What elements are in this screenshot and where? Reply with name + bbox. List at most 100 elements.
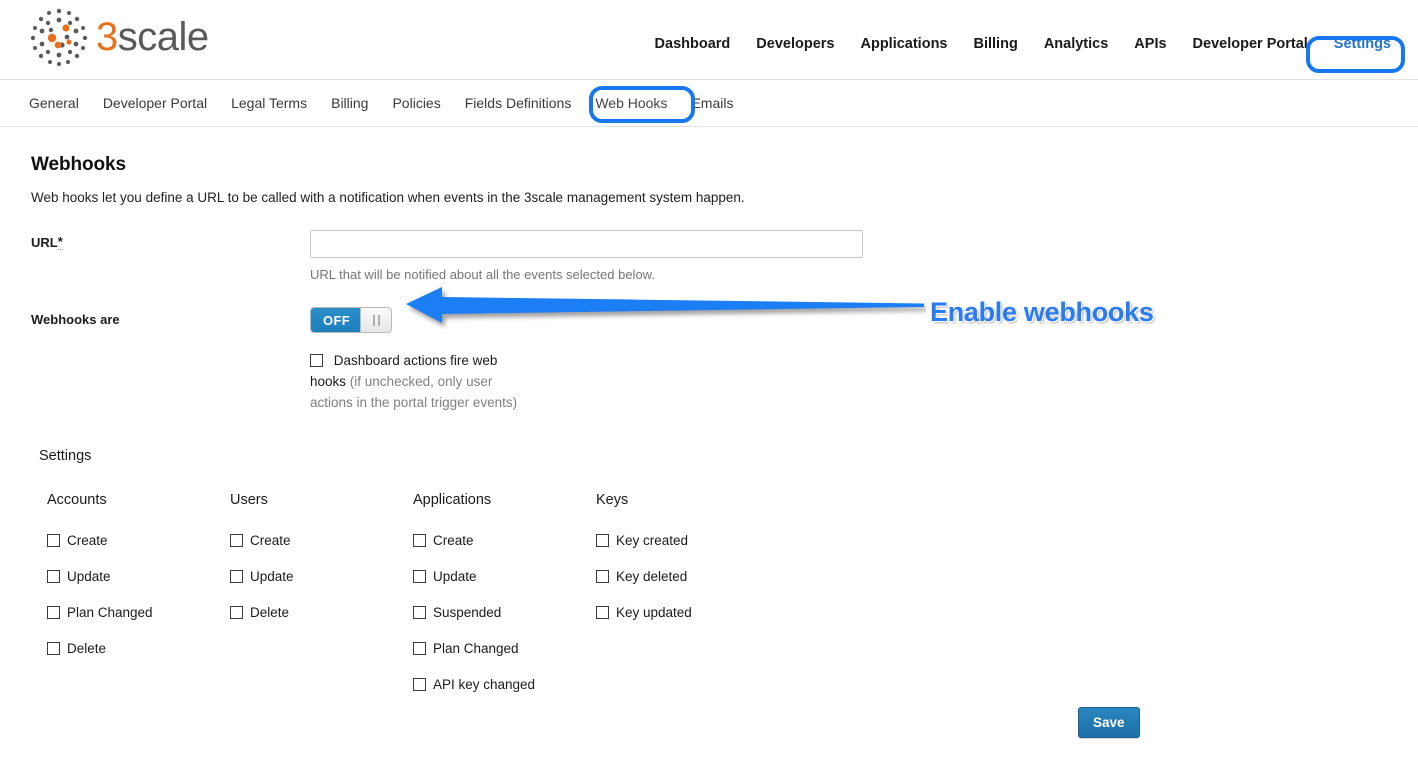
page-title: Webhooks	[31, 154, 126, 175]
checkbox-label: Key updated	[616, 605, 692, 620]
checkbox-applications-create[interactable]: Create	[413, 533, 474, 548]
event-list: Key created Key deleted Key updated	[596, 533, 779, 620]
checkbox-users-create[interactable]: Create	[230, 533, 291, 548]
subnav-billing[interactable]: Billing	[319, 94, 380, 112]
main-nav-billing[interactable]: Billing	[961, 34, 1031, 54]
checkbox-label: Key deleted	[616, 569, 688, 584]
settings-subnav-bar: General Developer Portal Legal Terms Bil…	[0, 79, 1418, 127]
list-item: Delete	[230, 605, 413, 620]
subnav-emails[interactable]: Emails	[679, 94, 745, 112]
main-navigation: Dashboard Developers Applications Billin…	[642, 34, 1404, 54]
main-nav-analytics[interactable]: Analytics	[1031, 34, 1121, 54]
checkbox-accounts-create[interactable]: Create	[47, 533, 108, 548]
main-content: Webhooks Web hooks let you define a URL …	[0, 128, 1418, 713]
subnav-legal-terms[interactable]: Legal Terms	[219, 94, 319, 112]
checkbox-label: Plan Changed	[433, 641, 519, 656]
checkbox-input[interactable]	[413, 570, 426, 583]
main-nav-developers[interactable]: Developers	[743, 34, 847, 54]
list-item: Update	[230, 569, 413, 584]
main-nav-applications[interactable]: Applications	[847, 34, 960, 54]
event-list: Create Update Plan Changed Delete	[47, 533, 230, 656]
checkbox-input[interactable]	[47, 534, 60, 547]
checkbox-keys-key-updated[interactable]: Key updated	[596, 605, 692, 620]
subnav-fields-definitions[interactable]: Fields Definitions	[453, 94, 584, 112]
checkbox-input[interactable]	[596, 606, 609, 619]
event-group-applications: Applications Create Update Suspended Pla…	[413, 492, 596, 713]
webhooks-enable-toggle[interactable]: OFF	[310, 307, 392, 333]
checkbox-label: Delete	[250, 605, 290, 620]
list-item: Create	[413, 533, 596, 548]
checkbox-accounts-delete[interactable]: Delete	[47, 641, 106, 656]
checkbox-input[interactable]	[230, 534, 243, 547]
event-group-title: Users	[230, 492, 268, 508]
dashboard-actions-checkbox[interactable]	[310, 354, 323, 367]
main-nav-dashboard[interactable]: Dashboard	[642, 34, 744, 54]
toggle-state-label: OFF	[311, 308, 362, 332]
checkbox-input[interactable]	[413, 606, 426, 619]
checkbox-input[interactable]	[47, 570, 60, 583]
url-field-group: URL that will be notified about all the …	[310, 230, 1418, 282]
url-label-text: URL	[31, 235, 58, 250]
list-item: API key changed	[413, 677, 596, 692]
checkbox-input[interactable]	[47, 642, 60, 655]
checkbox-input[interactable]	[413, 678, 426, 691]
page-root: 3scale Dashboard Developers Applications…	[0, 0, 1418, 771]
checkbox-applications-plan-changed[interactable]: Plan Changed	[413, 641, 519, 656]
main-nav-developer-portal[interactable]: Developer Portal	[1180, 34, 1321, 54]
main-nav-apis[interactable]: APIs	[1121, 34, 1179, 54]
checkbox-label: Create	[433, 533, 474, 548]
checkbox-label: Plan Changed	[67, 605, 153, 620]
checkbox-input[interactable]	[47, 606, 60, 619]
event-group-users: Users Create Update Delete	[230, 492, 413, 713]
checkbox-input[interactable]	[596, 534, 609, 547]
page-header: 3scale Dashboard Developers Applications…	[0, 0, 1418, 78]
checkbox-keys-key-created[interactable]: Key created	[596, 533, 688, 548]
toggle-grip-line-2	[377, 314, 380, 326]
checkbox-applications-update[interactable]: Update	[413, 569, 477, 584]
brand-wordmark-3: 3	[96, 15, 118, 59]
page-description: Web hooks let you define a URL to be cal…	[31, 190, 745, 205]
checkbox-users-update[interactable]: Update	[230, 569, 294, 584]
required-marker: *	[57, 234, 63, 250]
list-item: Delete	[47, 641, 230, 656]
checkbox-input[interactable]	[596, 570, 609, 583]
subnav-general[interactable]: General	[29, 94, 91, 112]
toggle-grip-line-1	[372, 314, 375, 326]
url-input[interactable]	[310, 230, 863, 258]
webhooks-toggle-row: Webhooks are OFF	[0, 307, 1418, 333]
checkbox-input[interactable]	[230, 606, 243, 619]
checkbox-users-delete[interactable]: Delete	[230, 605, 289, 620]
checkbox-applications-suspended[interactable]: Suspended	[413, 605, 501, 620]
event-list: Create Update Suspended Plan Changed API…	[413, 533, 596, 692]
checkbox-input[interactable]	[413, 534, 426, 547]
settings-section-heading: Settings	[39, 448, 92, 464]
checkbox-accounts-plan-changed[interactable]: Plan Changed	[47, 605, 153, 620]
main-nav-settings[interactable]: Settings	[1321, 34, 1404, 54]
checkbox-input[interactable]	[230, 570, 243, 583]
list-item: Create	[230, 533, 413, 548]
subnav-developer-portal[interactable]: Developer Portal	[91, 94, 219, 112]
checkbox-label: Delete	[67, 641, 107, 656]
checkbox-applications-api-key-changed[interactable]: API key changed	[413, 677, 535, 692]
checkbox-keys-key-deleted[interactable]: Key deleted	[596, 569, 687, 584]
brand-logo[interactable]: 3scale	[28, 6, 209, 68]
toggle-handle[interactable]	[360, 308, 391, 332]
checkbox-label: API key changed	[433, 677, 536, 692]
settings-subnav: General Developer Portal Legal Terms Bil…	[0, 80, 1418, 126]
subnav-policies[interactable]: Policies	[380, 94, 452, 112]
list-item: Suspended	[413, 605, 596, 620]
list-item: Key deleted	[596, 569, 779, 584]
save-button-wrap: Save	[1078, 707, 1140, 738]
subnav-web-hooks[interactable]: Web Hooks	[583, 94, 679, 112]
brand-wordmark-scale: scale	[117, 15, 209, 59]
webhooks-toggle-label: Webhooks are	[31, 312, 120, 327]
dashboard-actions-row: Dashboard actions fire web hooks (if unc…	[0, 350, 530, 413]
list-item: Key updated	[596, 605, 779, 620]
url-hint: URL that will be notified about all the …	[310, 267, 655, 282]
list-item: Key created	[596, 533, 779, 548]
checkbox-label: Update	[250, 569, 294, 584]
checkbox-input[interactable]	[413, 642, 426, 655]
checkbox-accounts-update[interactable]: Update	[47, 569, 111, 584]
checkbox-label: Key created	[616, 533, 689, 548]
save-button[interactable]: Save	[1078, 707, 1140, 738]
